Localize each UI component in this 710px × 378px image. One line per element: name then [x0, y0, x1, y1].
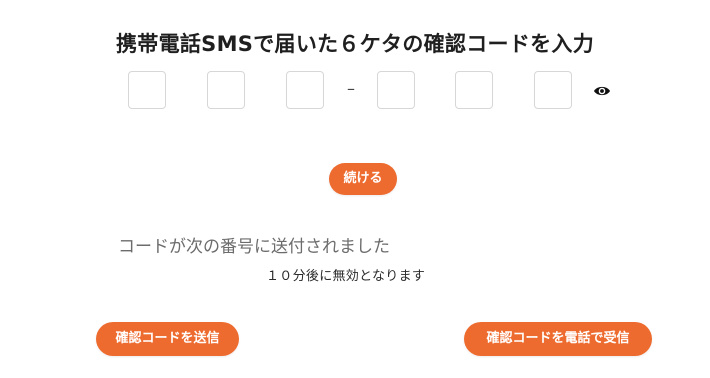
code-digit-4[interactable]: [377, 71, 415, 109]
code-digit-1[interactable]: [128, 71, 166, 109]
code-digit-3[interactable]: [286, 71, 324, 109]
receive-code-by-phone-button[interactable]: 確認コードを電話で受信: [464, 322, 652, 356]
continue-button[interactable]: 続ける: [329, 163, 397, 195]
resend-code-button[interactable]: 確認コードを送信: [96, 322, 239, 356]
page-title: 携帯電話SMSで届いた６ケタの確認コードを入力: [115, 32, 595, 56]
code-digit-6[interactable]: [534, 71, 572, 109]
code-separator: –: [347, 79, 355, 98]
expiration-notice: １０分後に無効となります: [266, 269, 426, 284]
eye-icon[interactable]: [593, 83, 611, 97]
code-sent-message: コードが次の番号に送付されました: [118, 237, 390, 257]
code-digit-2[interactable]: [207, 71, 245, 109]
code-digit-5[interactable]: [455, 71, 493, 109]
